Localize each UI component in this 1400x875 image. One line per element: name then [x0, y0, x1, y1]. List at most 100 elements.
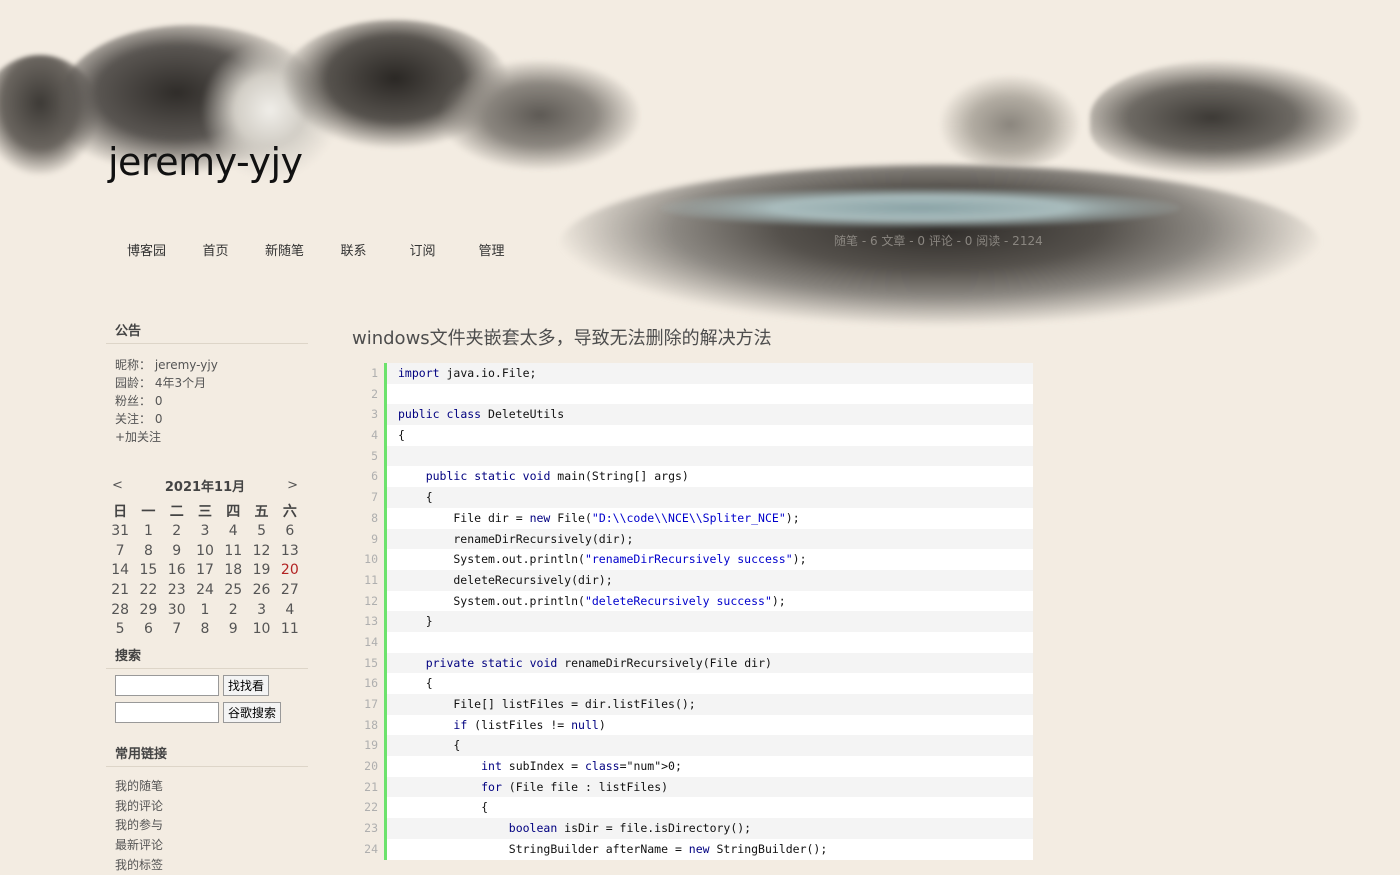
code-line: 19 {	[352, 735, 1033, 756]
mountain-painting	[440, 60, 640, 170]
calendar-day: 30	[163, 600, 191, 620]
calendar-day: 9	[163, 541, 191, 561]
code-line: 22 {	[352, 797, 1033, 818]
weekday-label: 日	[106, 501, 134, 521]
code-text: {	[387, 797, 1033, 818]
code-line: 21 for (File file : listFiles)	[352, 777, 1033, 798]
calendar-day: 7	[106, 541, 134, 561]
site-search-button[interactable]: 找找看	[223, 675, 269, 696]
code-line: 3public class DeleteUtils	[352, 404, 1033, 425]
weekday-label: 六	[276, 501, 304, 521]
calendar-prev-button[interactable]: <	[112, 478, 123, 493]
add-follow-link[interactable]: +加关注	[115, 430, 161, 444]
code-text: public static void main(String[] args)	[387, 466, 1033, 487]
line-number: 1	[352, 363, 387, 384]
calendar-day: 26	[247, 580, 275, 600]
link-my-participation[interactable]: 我的参与	[106, 816, 308, 836]
code-text: public class DeleteUtils	[387, 404, 1033, 425]
google-search-input[interactable]	[115, 702, 219, 723]
calendar-day: 5	[106, 619, 134, 639]
calendar-day: 11	[276, 619, 304, 639]
calendar-next-button[interactable]: >	[287, 478, 298, 493]
code-line: 5	[352, 446, 1033, 467]
google-search-button[interactable]: 谷歌搜索	[223, 702, 281, 723]
link-latest-comments[interactable]: 最新评论	[106, 836, 308, 856]
nav-item-subscribe[interactable]: 订阅	[388, 240, 457, 259]
code-text: boolean isDir = file.isDirectory();	[387, 818, 1033, 839]
weekday-label: 三	[191, 501, 219, 521]
notice-age: 园龄： 4年3个月	[106, 374, 308, 392]
line-number: 14	[352, 632, 387, 653]
line-number: 2	[352, 384, 387, 405]
code-text	[387, 632, 1033, 653]
weekday-label: 五	[247, 501, 275, 521]
calendar-day: 7	[163, 619, 191, 639]
code-line: 13 }	[352, 611, 1033, 632]
sidebar: 公告 昵称： jeremy-yjy 园龄： 4年3个月 粉丝： 0 关注： 0 …	[106, 318, 308, 875]
notice-nickname: 昵称： jeremy-yjy	[106, 356, 308, 374]
calendar-day: 4	[276, 600, 304, 620]
notice-follow: 关注： 0	[106, 410, 308, 428]
code-text: {	[387, 425, 1033, 446]
line-number: 19	[352, 735, 387, 756]
calendar-grid: 日 一 二 三 四 五 六 31123456789101112131415161…	[106, 501, 304, 639]
calendar-title: 2021年11月	[165, 476, 245, 495]
calendar-day: 15	[134, 560, 162, 580]
calendar-day: 29	[134, 600, 162, 620]
post-title-link[interactable]: windows文件夹嵌套太多，导致无法删除的解决方法	[352, 324, 772, 350]
code-text: import java.io.File;	[387, 363, 1033, 384]
line-number: 6	[352, 466, 387, 487]
calendar-day: 21	[106, 580, 134, 600]
line-number: 4	[352, 425, 387, 446]
calendar-day: 4	[219, 521, 247, 541]
common-links-title: 常用链接	[106, 741, 308, 767]
nav-item-new-post[interactable]: 新随笔	[250, 240, 319, 259]
line-number: 12	[352, 591, 387, 612]
calendar-day: 9	[219, 619, 247, 639]
calendar-day: 5	[247, 521, 275, 541]
code-text: StringBuilder afterName = new StringBuil…	[387, 839, 1033, 860]
calendar-day: 18	[219, 560, 247, 580]
calendar-day: 6	[134, 619, 162, 639]
code-text: System.out.println("renameDirRecursively…	[387, 549, 1033, 570]
calendar-day: 25	[219, 580, 247, 600]
line-number: 23	[352, 818, 387, 839]
code-line: 4{	[352, 425, 1033, 446]
link-my-tags[interactable]: 我的标签	[106, 856, 308, 875]
calendar-day: 3	[247, 600, 275, 620]
calendar-day: 10	[191, 541, 219, 561]
main-nav: 博客园 首页 新随笔 联系 订阅 管理	[112, 240, 526, 259]
line-number: 5	[352, 446, 387, 467]
line-number: 10	[352, 549, 387, 570]
code-text: {	[387, 673, 1033, 694]
search-section: 搜索 找找看 谷歌搜索	[106, 643, 308, 723]
line-number: 8	[352, 508, 387, 529]
code-text: deleteRecursively(dir);	[387, 570, 1033, 591]
nav-item-contact[interactable]: 联系	[319, 240, 388, 259]
code-line: 24 StringBuilder afterName = new StringB…	[352, 839, 1033, 860]
calendar-day: 13	[276, 541, 304, 561]
code-line: 23 boolean isDir = file.isDirectory();	[352, 818, 1033, 839]
calendar-day: 14	[106, 560, 134, 580]
code-line: 11 deleteRecursively(dir);	[352, 570, 1033, 591]
nav-item-manage[interactable]: 管理	[457, 240, 526, 259]
code-text: renameDirRecursively(dir);	[387, 529, 1033, 550]
code-line: 9 renameDirRecursively(dir);	[352, 529, 1033, 550]
link-my-comments[interactable]: 我的评论	[106, 797, 308, 817]
site-search-input[interactable]	[115, 675, 219, 696]
calendar-day: 2	[219, 600, 247, 620]
code-text: if (listFiles != null)	[387, 715, 1033, 736]
link-my-posts[interactable]: 我的随笔	[106, 777, 308, 797]
calendar: < 2021年11月 > 日 一 二 三 四 五 六 3112345678910…	[106, 476, 304, 639]
nav-item-cnblogs[interactable]: 博客园	[112, 240, 181, 259]
calendar-day: 8	[134, 541, 162, 561]
code-text: {	[387, 487, 1033, 508]
code-text: int subIndex = class="num">0;	[387, 756, 1033, 777]
calendar-day: 17	[191, 560, 219, 580]
notice-title: 公告	[106, 318, 308, 344]
calendar-day: 11	[219, 541, 247, 561]
calendar-day: 28	[106, 600, 134, 620]
blog-title-link[interactable]: jeremy-yjy	[108, 140, 303, 184]
nav-item-home[interactable]: 首页	[181, 240, 250, 259]
code-line: 7 {	[352, 487, 1033, 508]
